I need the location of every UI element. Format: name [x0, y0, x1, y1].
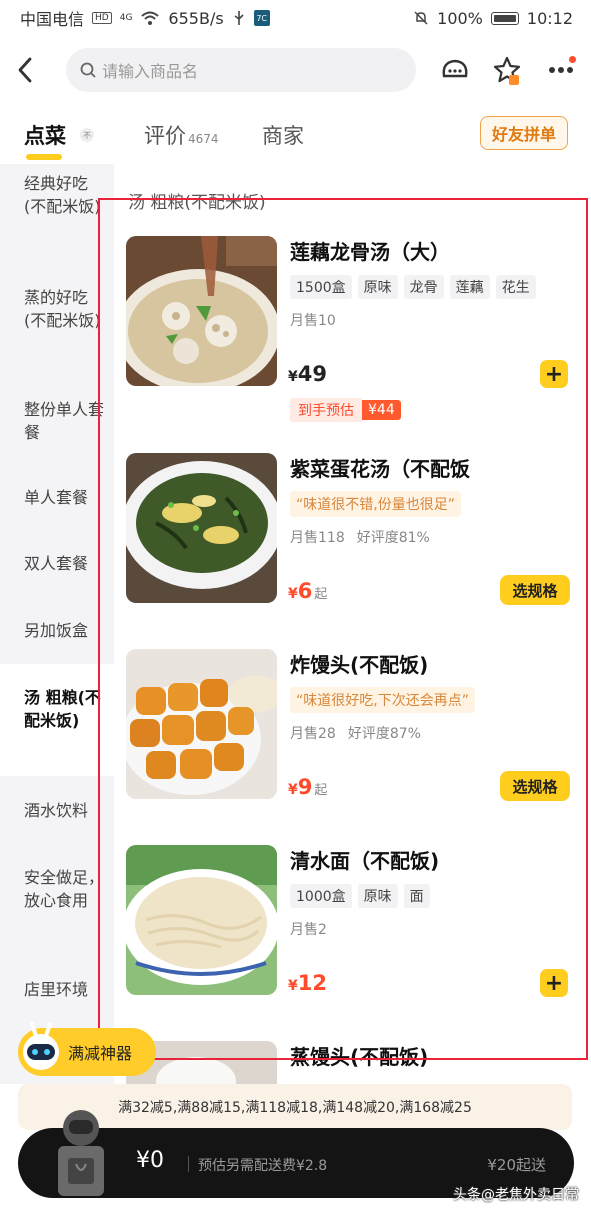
robot-icon [23, 1022, 59, 1070]
cart-total: ¥0 [136, 1148, 164, 1173]
top-bar: 请输入商品名 [0, 44, 591, 96]
more-dots-icon [549, 67, 573, 73]
status-bar: 中国电信 HD 4G 655B/s 7C 100% 10:12 [0, 0, 591, 36]
notification-dot [569, 56, 576, 63]
sidebar-item-steamed[interactable]: 蒸的好吃(不配米饭) [0, 286, 114, 332]
battery-icon [490, 11, 519, 25]
review-count: 4674 [188, 132, 219, 146]
search-input[interactable]: 请输入商品名 [66, 48, 416, 92]
sidebar-item-environment[interactable]: 店里环境 [0, 978, 114, 1001]
promo-text: 满32减5,满88减15,满118减18,满148减20,满168减25 [118, 1100, 472, 1116]
sidebar-item-drinks[interactable]: 酒水饮料 [0, 799, 114, 822]
usb-icon [234, 11, 244, 25]
app-notification-icon: 7C [253, 10, 270, 26]
cart-divider [188, 1156, 189, 1172]
sidebar-item-double-set[interactable]: 双人套餐 [0, 552, 114, 575]
sidebar-item-single-set[interactable]: 单人套餐 [0, 486, 114, 509]
search-icon [80, 62, 96, 78]
sidebar-item-soup[interactable]: 汤 粗粮(不配米饭) [0, 664, 114, 776]
star-icon [493, 56, 521, 85]
carrier-label: 中国电信 [20, 10, 85, 29]
search-placeholder: 请输入商品名 [102, 62, 199, 81]
tab-reviews-label: 评价 [144, 124, 186, 148]
favorite-button[interactable] [490, 52, 524, 88]
highlight-box [98, 198, 588, 1060]
chat-icon [442, 59, 468, 78]
tab-reviews[interactable]: 评价 4674 [144, 120, 219, 150]
mute-bell-icon [414, 11, 428, 25]
sidebar-item-full-single-set[interactable]: 整份单人套餐 [0, 398, 114, 444]
wifi-icon [141, 11, 160, 25]
group-order-button[interactable]: 好友拼单 [480, 116, 568, 150]
min-order-label: ¥20起送 [487, 1156, 546, 1174]
tab-bar: 点菜 不 评价 4674 商家 好友拼单 [0, 110, 591, 162]
signal-label: 4G [119, 13, 133, 23]
helper-label: 满减神器 [68, 1044, 133, 1063]
more-button[interactable] [544, 52, 578, 88]
sidebar-item-extra-rice[interactable]: 另加饭盒 [0, 619, 114, 642]
chevron-left-icon [18, 57, 32, 83]
customer-service-button[interactable] [438, 52, 472, 88]
tab-order[interactable]: 点菜 [24, 120, 66, 150]
cart-mascot-icon [58, 1110, 104, 1196]
tab-active-indicator [26, 154, 62, 160]
watermark: 头条@老焦外卖日常 [453, 1187, 579, 1203]
back-button[interactable] [10, 52, 40, 88]
battery-percent: 100% [437, 8, 483, 28]
sidebar-item-classic[interactable]: 经典好吃(不配米饭) [0, 172, 114, 218]
category-sidebar: 经典好吃(不配米饭) 蒸的好吃(不配米饭) 整份单人套餐 单人套餐 双人套餐 另… [0, 164, 114, 1084]
clock: 10:12 [526, 8, 573, 28]
tab-merchant[interactable]: 商家 [262, 120, 304, 150]
network-speed: 655B/s [168, 8, 224, 28]
delivery-fee: 预估另需配送费¥2.8 [198, 1158, 328, 1174]
sidebar-item-safety[interactable]: 安全做足，放心食用 [0, 866, 114, 912]
tab-mini-badge: 不 [80, 128, 94, 142]
hd-badge: HD [92, 12, 112, 24]
